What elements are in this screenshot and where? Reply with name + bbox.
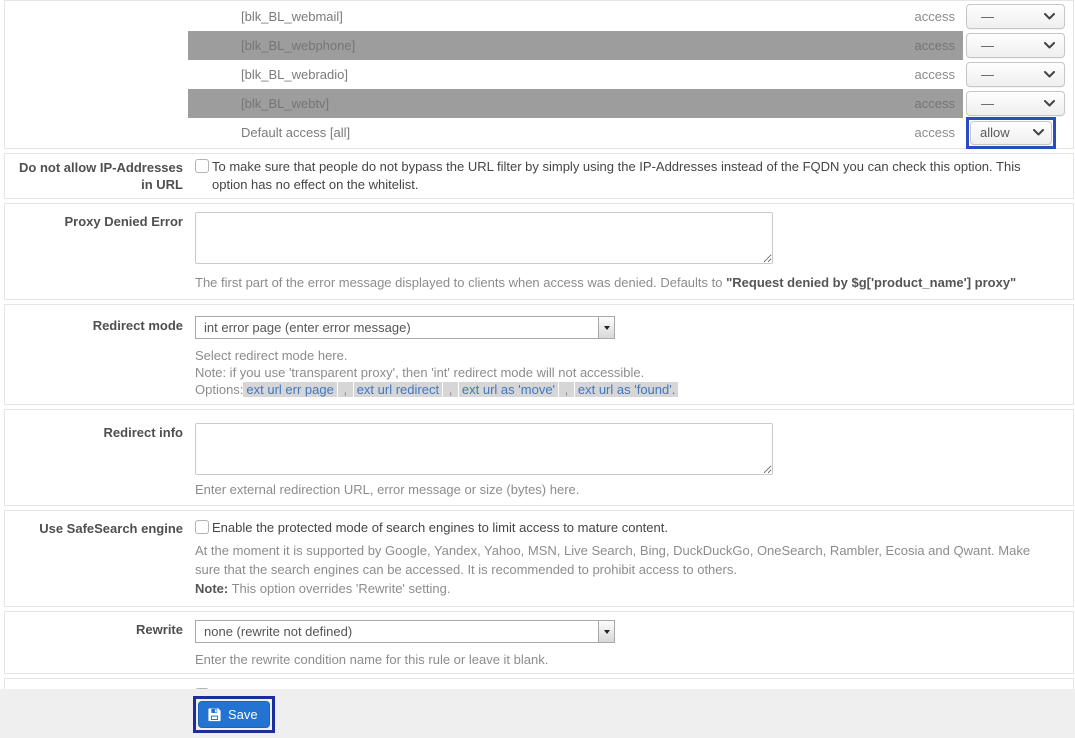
rewrite-selected-value: none (rewrite not defined) bbox=[196, 624, 598, 639]
option-separator: , bbox=[559, 382, 574, 397]
field-label-redirect-info: Redirect info bbox=[5, 423, 183, 498]
chevron-down-icon bbox=[1044, 100, 1055, 107]
acl-access-row: Default access [all] access allow bbox=[5, 118, 1073, 147]
redirect-mode-selected-value: int error page (enter error message) bbox=[196, 320, 598, 335]
chevron-down-icon bbox=[1044, 71, 1055, 78]
redirect-mode-select[interactable]: int error page (enter error message) bbox=[195, 316, 615, 339]
proxy-denied-textarea[interactable] bbox=[195, 212, 773, 264]
section-redirect-mode: Redirect mode int error page (enter erro… bbox=[4, 304, 1074, 405]
ip-filter-checkbox[interactable] bbox=[195, 159, 209, 173]
access-dropdown[interactable]: — bbox=[966, 91, 1065, 116]
access-dropdown[interactable]: — bbox=[966, 33, 1065, 58]
save-button-label: Save bbox=[228, 707, 258, 722]
acl-row-label: [blk_BL_webtv] bbox=[241, 96, 329, 111]
acl-access-label: access bbox=[915, 96, 955, 111]
dropdown-value: — bbox=[981, 9, 994, 24]
field-label-proxy-denied: Proxy Denied Error bbox=[5, 212, 183, 291]
redirect-info-textarea[interactable] bbox=[195, 423, 773, 475]
section-proxy-denied: Proxy Denied Error The first part of the… bbox=[4, 203, 1074, 300]
acl-config-page: [blk_BL_webmail]access—[blk_BL_webphone]… bbox=[0, 0, 1075, 738]
save-button[interactable]: Save bbox=[198, 701, 270, 728]
blacklist-access-table: [blk_BL_webmail]access—[blk_BL_webphone]… bbox=[4, 0, 1074, 149]
section-ip-addresses: Do not allow IP-Addresses in URL To make… bbox=[4, 153, 1074, 199]
redirect-option-link[interactable]: ext url redirect bbox=[354, 382, 442, 397]
redirect-option-link[interactable]: ext url as 'found'. bbox=[575, 382, 678, 397]
chevron-down-icon bbox=[1044, 42, 1055, 49]
redirect-mode-options-line: Options:ext url err page , ext url redir… bbox=[195, 381, 1073, 398]
chevron-down-icon bbox=[1033, 129, 1044, 136]
access-dropdown[interactable]: — bbox=[966, 62, 1065, 87]
redirect-option-link[interactable]: ext url as 'move' bbox=[459, 382, 558, 397]
field-label-safesearch: Use SafeSearch engine bbox=[5, 519, 183, 598]
redirect-option-link[interactable]: ext url err page bbox=[243, 382, 336, 397]
dropdown-value: — bbox=[981, 67, 994, 82]
redirect-info-helper: Enter external redirection URL, error me… bbox=[195, 481, 1073, 498]
field-label-redirect-mode: Redirect mode bbox=[5, 316, 183, 398]
dropdown-value: allow bbox=[980, 125, 1010, 140]
acl-row-label: [blk_BL_webmail] bbox=[241, 9, 343, 24]
redirect-mode-help1: Select redirect mode here. bbox=[195, 347, 1073, 364]
section-redirect-info: Redirect info Enter external redirection… bbox=[4, 409, 1074, 506]
rewrite-select[interactable]: none (rewrite not defined) bbox=[195, 620, 615, 643]
acl-access-label: access bbox=[915, 67, 955, 82]
acl-access-row: [blk_BL_webphone] access — bbox=[5, 31, 1073, 60]
acl-access-label: access bbox=[915, 9, 955, 24]
acl-row-label: Default access [all] bbox=[241, 125, 350, 140]
acl-row-label: [blk_BL_webradio] bbox=[241, 67, 348, 82]
section-rewrite: Rewrite none (rewrite not defined) Enter… bbox=[4, 611, 1074, 674]
allow-annotation-box: allow bbox=[966, 117, 1056, 149]
safesearch-checkbox[interactable] bbox=[195, 520, 209, 534]
ip-filter-checkbox-text: To make sure that people do not bypass t… bbox=[212, 158, 1033, 194]
acl-row-label: [blk_BL_webphone] bbox=[241, 38, 355, 53]
option-separator: , bbox=[338, 382, 353, 397]
option-separator: , bbox=[443, 382, 458, 397]
select-arrow-icon[interactable] bbox=[598, 621, 614, 642]
field-label-ip: Do not allow IP-Addresses in URL bbox=[5, 158, 183, 194]
safesearch-checkbox-text: Enable the protected mode of search engi… bbox=[212, 519, 668, 537]
redirect-mode-help2: Note: if you use 'transparent proxy', th… bbox=[195, 364, 1073, 381]
chevron-down-icon bbox=[1044, 13, 1055, 20]
dropdown-value: — bbox=[981, 38, 994, 53]
rewrite-helper: Enter the rewrite condition name for thi… bbox=[195, 651, 1073, 668]
form-footer: Save bbox=[0, 689, 1075, 738]
section-safesearch: Use SafeSearch engine Enable the protect… bbox=[4, 510, 1074, 607]
proxy-denied-helper: The first part of the error message disp… bbox=[195, 274, 1073, 291]
options-label: Options: bbox=[195, 382, 243, 397]
acl-access-row: [blk_BL_webmail] access — bbox=[5, 2, 1073, 31]
proxy-denied-default-value: "Request denied by $g['product_name'] pr… bbox=[726, 275, 1016, 290]
field-label-rewrite: Rewrite bbox=[5, 620, 183, 668]
safesearch-help: At the moment it is supported by Google,… bbox=[195, 541, 1043, 579]
acl-access-row: [blk_BL_webradio] access — bbox=[5, 60, 1073, 89]
acl-access-row: [blk_BL_webtv] access — bbox=[5, 89, 1073, 118]
floppy-save-icon bbox=[207, 707, 222, 722]
acl-access-label: access bbox=[915, 38, 955, 53]
default-access-dropdown[interactable]: allow bbox=[970, 121, 1052, 145]
acl-access-label: access bbox=[915, 125, 955, 140]
select-arrow-icon[interactable] bbox=[598, 317, 614, 338]
safesearch-note: Note: This option overrides 'Rewrite' se… bbox=[195, 579, 1043, 598]
save-annotation-box: Save bbox=[193, 696, 275, 733]
dropdown-value: — bbox=[981, 96, 994, 111]
access-dropdown[interactable]: — bbox=[966, 4, 1065, 29]
